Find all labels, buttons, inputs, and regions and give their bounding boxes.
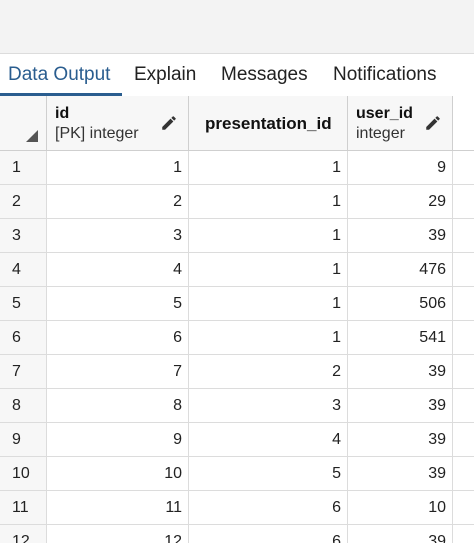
row-number[interactable]: 10 bbox=[0, 457, 47, 491]
cell-presentation-id[interactable]: 1 bbox=[189, 185, 348, 219]
data-grid: id [PK] integer presentation_id user_id … bbox=[0, 96, 474, 543]
row-number[interactable]: 3 bbox=[0, 219, 47, 253]
row-spacer bbox=[453, 287, 474, 321]
cell-presentation-id[interactable]: 6 bbox=[189, 491, 348, 525]
cell-id[interactable]: 10 bbox=[47, 457, 189, 491]
row-number[interactable]: 5 bbox=[0, 287, 47, 321]
cell-user-id[interactable]: 10 bbox=[348, 491, 453, 525]
table-row[interactable]: 7 7 2 39 bbox=[0, 355, 474, 389]
cell-id[interactable]: 5 bbox=[47, 287, 189, 321]
row-spacer bbox=[453, 423, 474, 457]
cell-presentation-id[interactable]: 1 bbox=[189, 219, 348, 253]
column-name: user_id bbox=[356, 105, 413, 122]
pencil-icon[interactable] bbox=[160, 114, 178, 132]
cell-user-id[interactable]: 541 bbox=[348, 321, 453, 355]
row-number[interactable]: 2 bbox=[0, 185, 47, 219]
cell-user-id[interactable]: 39 bbox=[348, 457, 453, 491]
cell-user-id[interactable]: 39 bbox=[348, 423, 453, 457]
row-spacer bbox=[453, 219, 474, 253]
row-spacer bbox=[453, 253, 474, 287]
cell-id[interactable]: 4 bbox=[47, 253, 189, 287]
row-number[interactable]: 11 bbox=[0, 491, 47, 525]
table-row[interactable]: 11 11 6 10 bbox=[0, 491, 474, 525]
table-row[interactable]: 9 9 4 39 bbox=[0, 423, 474, 457]
row-number[interactable]: 4 bbox=[0, 253, 47, 287]
cell-user-id[interactable]: 39 bbox=[348, 219, 453, 253]
cell-id[interactable]: 9 bbox=[47, 423, 189, 457]
cell-presentation-id[interactable]: 1 bbox=[189, 321, 348, 355]
cell-presentation-id[interactable]: 3 bbox=[189, 389, 348, 423]
column-header-presentation-id[interactable]: presentation_id bbox=[189, 96, 348, 151]
pencil-icon[interactable] bbox=[424, 114, 442, 132]
cell-user-id[interactable]: 29 bbox=[348, 185, 453, 219]
cell-presentation-id[interactable]: 5 bbox=[189, 457, 348, 491]
cell-id[interactable]: 7 bbox=[47, 355, 189, 389]
cell-id[interactable]: 1 bbox=[47, 151, 189, 185]
tab-data-output[interactable]: Data Output bbox=[8, 54, 110, 96]
table-row[interactable]: 2 2 1 29 bbox=[0, 185, 474, 219]
cell-id[interactable]: 2 bbox=[47, 185, 189, 219]
cell-presentation-id[interactable]: 1 bbox=[189, 287, 348, 321]
row-spacer bbox=[453, 355, 474, 389]
tab-notifications[interactable]: Notifications bbox=[333, 54, 437, 96]
column-name: id bbox=[55, 105, 70, 122]
cell-presentation-id[interactable]: 1 bbox=[189, 253, 348, 287]
row-spacer bbox=[453, 185, 474, 219]
row-spacer bbox=[453, 491, 474, 525]
cell-id[interactable]: 12 bbox=[47, 525, 189, 543]
toolbar-area bbox=[0, 0, 474, 54]
cell-user-id[interactable]: 39 bbox=[348, 355, 453, 389]
header-spacer bbox=[453, 96, 474, 151]
table-row[interactable]: 3 3 1 39 bbox=[0, 219, 474, 253]
table-row[interactable]: 4 4 1 476 bbox=[0, 253, 474, 287]
cell-id[interactable]: 3 bbox=[47, 219, 189, 253]
table-row[interactable]: 10 10 5 39 bbox=[0, 457, 474, 491]
table-row[interactable]: 6 6 1 541 bbox=[0, 321, 474, 355]
row-header-corner[interactable] bbox=[0, 96, 47, 151]
row-spacer bbox=[453, 389, 474, 423]
tab-messages[interactable]: Messages bbox=[221, 54, 308, 96]
row-spacer bbox=[453, 321, 474, 355]
column-name: presentation_id bbox=[205, 114, 332, 133]
column-type: [PK] integer bbox=[55, 125, 139, 142]
cell-id[interactable]: 11 bbox=[47, 491, 189, 525]
cell-user-id[interactable]: 39 bbox=[348, 525, 453, 543]
row-number[interactable]: 6 bbox=[0, 321, 47, 355]
cell-user-id[interactable]: 476 bbox=[348, 253, 453, 287]
row-number[interactable]: 9 bbox=[0, 423, 47, 457]
cell-presentation-id[interactable]: 6 bbox=[189, 525, 348, 543]
row-number[interactable]: 12 bbox=[0, 525, 47, 543]
cell-id[interactable]: 8 bbox=[47, 389, 189, 423]
column-header-id[interactable]: id [PK] integer bbox=[47, 96, 189, 151]
column-type: integer bbox=[356, 125, 405, 142]
table-row[interactable]: 1 1 1 9 bbox=[0, 151, 474, 185]
row-number[interactable]: 7 bbox=[0, 355, 47, 389]
row-spacer bbox=[453, 525, 474, 543]
cell-user-id[interactable]: 506 bbox=[348, 287, 453, 321]
table-row[interactable]: 12 12 6 39 bbox=[0, 525, 474, 543]
tab-explain[interactable]: Explain bbox=[134, 54, 196, 96]
row-spacer bbox=[453, 151, 474, 185]
table-row[interactable]: 5 5 1 506 bbox=[0, 287, 474, 321]
cell-presentation-id[interactable]: 2 bbox=[189, 355, 348, 389]
table-row[interactable]: 8 8 3 39 bbox=[0, 389, 474, 423]
column-header-user-id[interactable]: user_id integer bbox=[348, 96, 453, 151]
sort-corner-icon[interactable] bbox=[26, 130, 38, 142]
row-spacer bbox=[453, 457, 474, 491]
cell-user-id[interactable]: 9 bbox=[348, 151, 453, 185]
cell-id[interactable]: 6 bbox=[47, 321, 189, 355]
row-number[interactable]: 1 bbox=[0, 151, 47, 185]
cell-presentation-id[interactable]: 1 bbox=[189, 151, 348, 185]
row-number[interactable]: 8 bbox=[0, 389, 47, 423]
cell-presentation-id[interactable]: 4 bbox=[189, 423, 348, 457]
result-tabs: Data Output Explain Messages Notificatio… bbox=[0, 54, 474, 97]
cell-user-id[interactable]: 39 bbox=[348, 389, 453, 423]
